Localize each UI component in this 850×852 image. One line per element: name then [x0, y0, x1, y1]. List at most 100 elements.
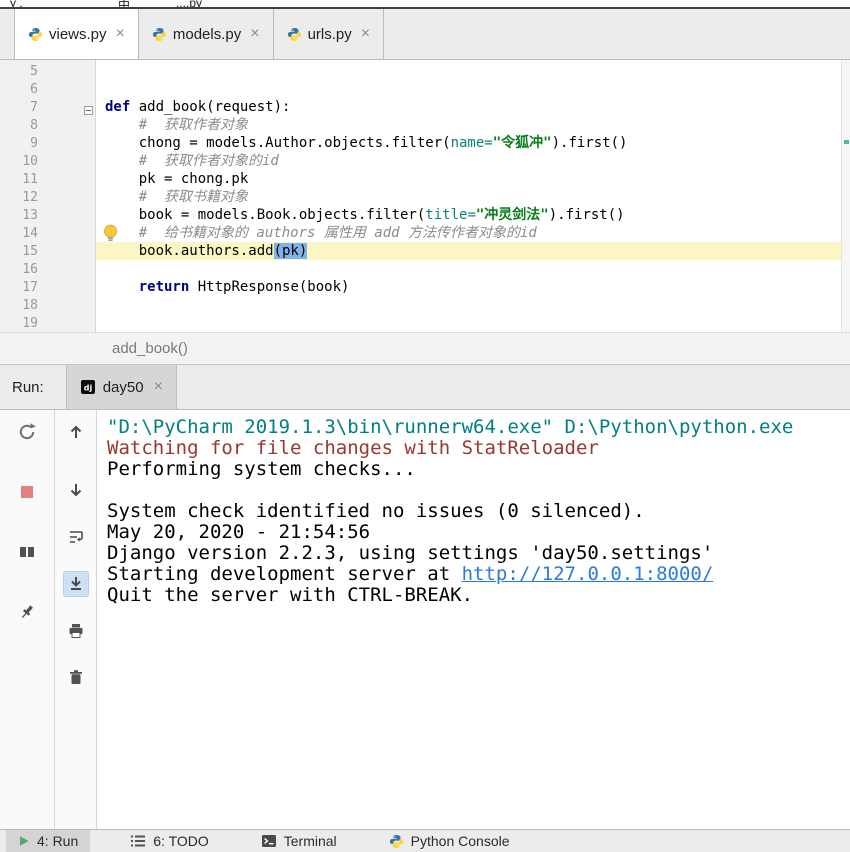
editor-gutter: 5678910111213141516171819	[0, 60, 96, 332]
line-number: 8	[0, 117, 38, 135]
line-number: 18	[0, 297, 38, 315]
up-stack-trace-button[interactable]	[63, 419, 89, 445]
code-line[interactable]: book = models.Book.objects.filter(title=…	[96, 206, 850, 224]
gutter-line: 14	[0, 224, 95, 242]
clipped-text-fragment: 中	[118, 0, 130, 9]
line-number: 7	[0, 99, 38, 117]
line-number: 17	[0, 279, 38, 297]
down-stack-trace-button[interactable]	[63, 477, 89, 503]
console-line: System check identified no issues (0 sil…	[107, 501, 850, 522]
code-token: # 获取作者对象	[105, 117, 248, 133]
code-token: chong = models.Author.objects.filter(	[105, 135, 451, 151]
close-icon[interactable]: ×	[250, 26, 259, 42]
line-number: 6	[0, 81, 38, 99]
clipped-toolbar: y .中....py	[0, 0, 850, 9]
django-icon: dj	[80, 379, 96, 395]
stop-icon	[18, 483, 36, 501]
run-toolbar-main	[0, 410, 55, 829]
editor-tab-models-py[interactable]: models.py ×	[139, 9, 274, 59]
editor-scrollbar[interactable]	[841, 60, 850, 332]
gutter-line: 13	[0, 206, 95, 224]
line-number: 15	[0, 243, 38, 261]
code-line[interactable]: book.authors.add(pk)	[96, 242, 850, 260]
intention-bulb-icon[interactable]	[102, 224, 119, 247]
gutter-line: 9	[0, 134, 95, 152]
code-token: book.authors.add	[105, 243, 274, 259]
code-token: add_book(request):	[130, 99, 290, 115]
statusbar-todo[interactable]: 6: TODO	[118, 830, 221, 852]
console-text: Starting development server at	[107, 563, 462, 585]
console-line: Django version 2.2.3, using settings 'da…	[107, 543, 850, 564]
code-token	[105, 279, 139, 295]
code-line[interactable]: # 给书籍对象的 authors 属性用 add 方法传作者对象的id	[96, 224, 850, 242]
console-text: System check identified no issues (0 sil…	[107, 500, 645, 522]
console-toolbar	[55, 410, 97, 829]
console-text: May 20, 2020 - 21:54:56	[107, 521, 370, 543]
code-line[interactable]: def add_book(request):	[96, 98, 850, 116]
editor[interactable]: 5678910111213141516171819 def add_book(r…	[0, 60, 850, 332]
code-line[interactable]: # 获取作者对象	[96, 116, 850, 134]
line-number: 5	[0, 63, 38, 81]
code-token: "令狐冲"	[493, 135, 552, 151]
breadcrumb[interactable]: add_book()	[112, 340, 188, 357]
statusbar-label: Python Console	[411, 833, 510, 849]
soft-wrap-button[interactable]	[63, 524, 89, 550]
gutter-line: 18	[0, 296, 95, 314]
code-line[interactable]	[96, 314, 850, 332]
close-icon[interactable]: ×	[116, 26, 125, 42]
pin-tab-button[interactable]	[14, 599, 40, 625]
editor-tab-urls-py[interactable]: urls.py ×	[274, 9, 385, 59]
console-text: Performing system checks...	[107, 458, 416, 480]
statusbar-run[interactable]: 4: Run	[6, 830, 90, 852]
gutter-line: 5	[0, 62, 95, 80]
run-play-icon	[18, 835, 30, 847]
code-line[interactable]	[96, 296, 850, 314]
python-icon	[389, 834, 404, 849]
code-line[interactable]: # 获取作者对象的id	[96, 152, 850, 170]
pin-icon	[18, 603, 36, 621]
code-line[interactable]: # 获取书籍对象	[96, 188, 850, 206]
svg-text:dj: dj	[83, 384, 92, 393]
terminal-icon	[261, 833, 277, 849]
code-token: # 给书籍对象的 authors 属性用 add 方法传作者对象的id	[105, 225, 537, 241]
close-icon[interactable]: ×	[154, 379, 163, 395]
restore-layout-button[interactable]	[14, 539, 40, 565]
run-tab-day50[interactable]: dj day50 ×	[66, 365, 177, 409]
tab-label: models.py	[173, 26, 241, 43]
console-link[interactable]: http://127.0.0.1:8000/	[462, 563, 714, 585]
tab-label: urls.py	[308, 26, 352, 43]
stop-button[interactable]	[14, 479, 40, 505]
rerun-button[interactable]	[14, 419, 40, 445]
statusbar-terminal[interactable]: Terminal	[249, 830, 349, 852]
code-line[interactable]: chong = models.Author.objects.filter(nam…	[96, 134, 850, 152]
code-token: ).first()	[552, 135, 628, 151]
editor-code[interactable]: def add_book(request): # 获取作者对象 chong = …	[96, 60, 850, 332]
soft-wrap-icon	[67, 528, 85, 546]
code-line[interactable]: pk = chong.pk	[96, 170, 850, 188]
code-line[interactable]	[96, 62, 850, 80]
statusbar-label: 4: Run	[37, 833, 78, 849]
statusbar-python-console[interactable]: Python Console	[377, 830, 522, 852]
console-output[interactable]: "D:\PyCharm 2019.1.3\bin\runnerw64.exe" …	[97, 410, 850, 829]
gutter-line: 19	[0, 314, 95, 332]
console-text: Watching for file changes with StatReloa…	[107, 437, 599, 459]
close-icon[interactable]: ×	[361, 26, 370, 42]
run-toolwindow-body: "D:\PyCharm 2019.1.3\bin\runnerw64.exe" …	[0, 410, 850, 829]
scroll-to-end-button[interactable]	[63, 571, 89, 597]
clear-console-button[interactable]	[63, 665, 89, 691]
console-line: Quit the server with CTRL-BREAK.	[107, 585, 850, 606]
code-line[interactable]	[96, 80, 850, 98]
code-line[interactable]	[96, 260, 850, 278]
code-token: "冲灵剑法"	[476, 207, 549, 223]
line-number: 9	[0, 135, 38, 153]
python-icon	[152, 27, 167, 42]
gutter-line: 11	[0, 170, 95, 188]
print-button[interactable]	[63, 618, 89, 644]
code-line[interactable]: return HttpResponse(book)	[96, 278, 850, 296]
statusbar-label: Terminal	[284, 833, 337, 849]
status-bar: 4: Run 6: TODO Terminal Python Console	[0, 829, 850, 852]
code-token: pk = chong.pk	[105, 171, 248, 187]
editor-tab-views-py[interactable]: views.py×	[14, 9, 139, 59]
up-arrow-icon	[67, 423, 85, 441]
error-stripe-mark[interactable]	[844, 140, 849, 144]
